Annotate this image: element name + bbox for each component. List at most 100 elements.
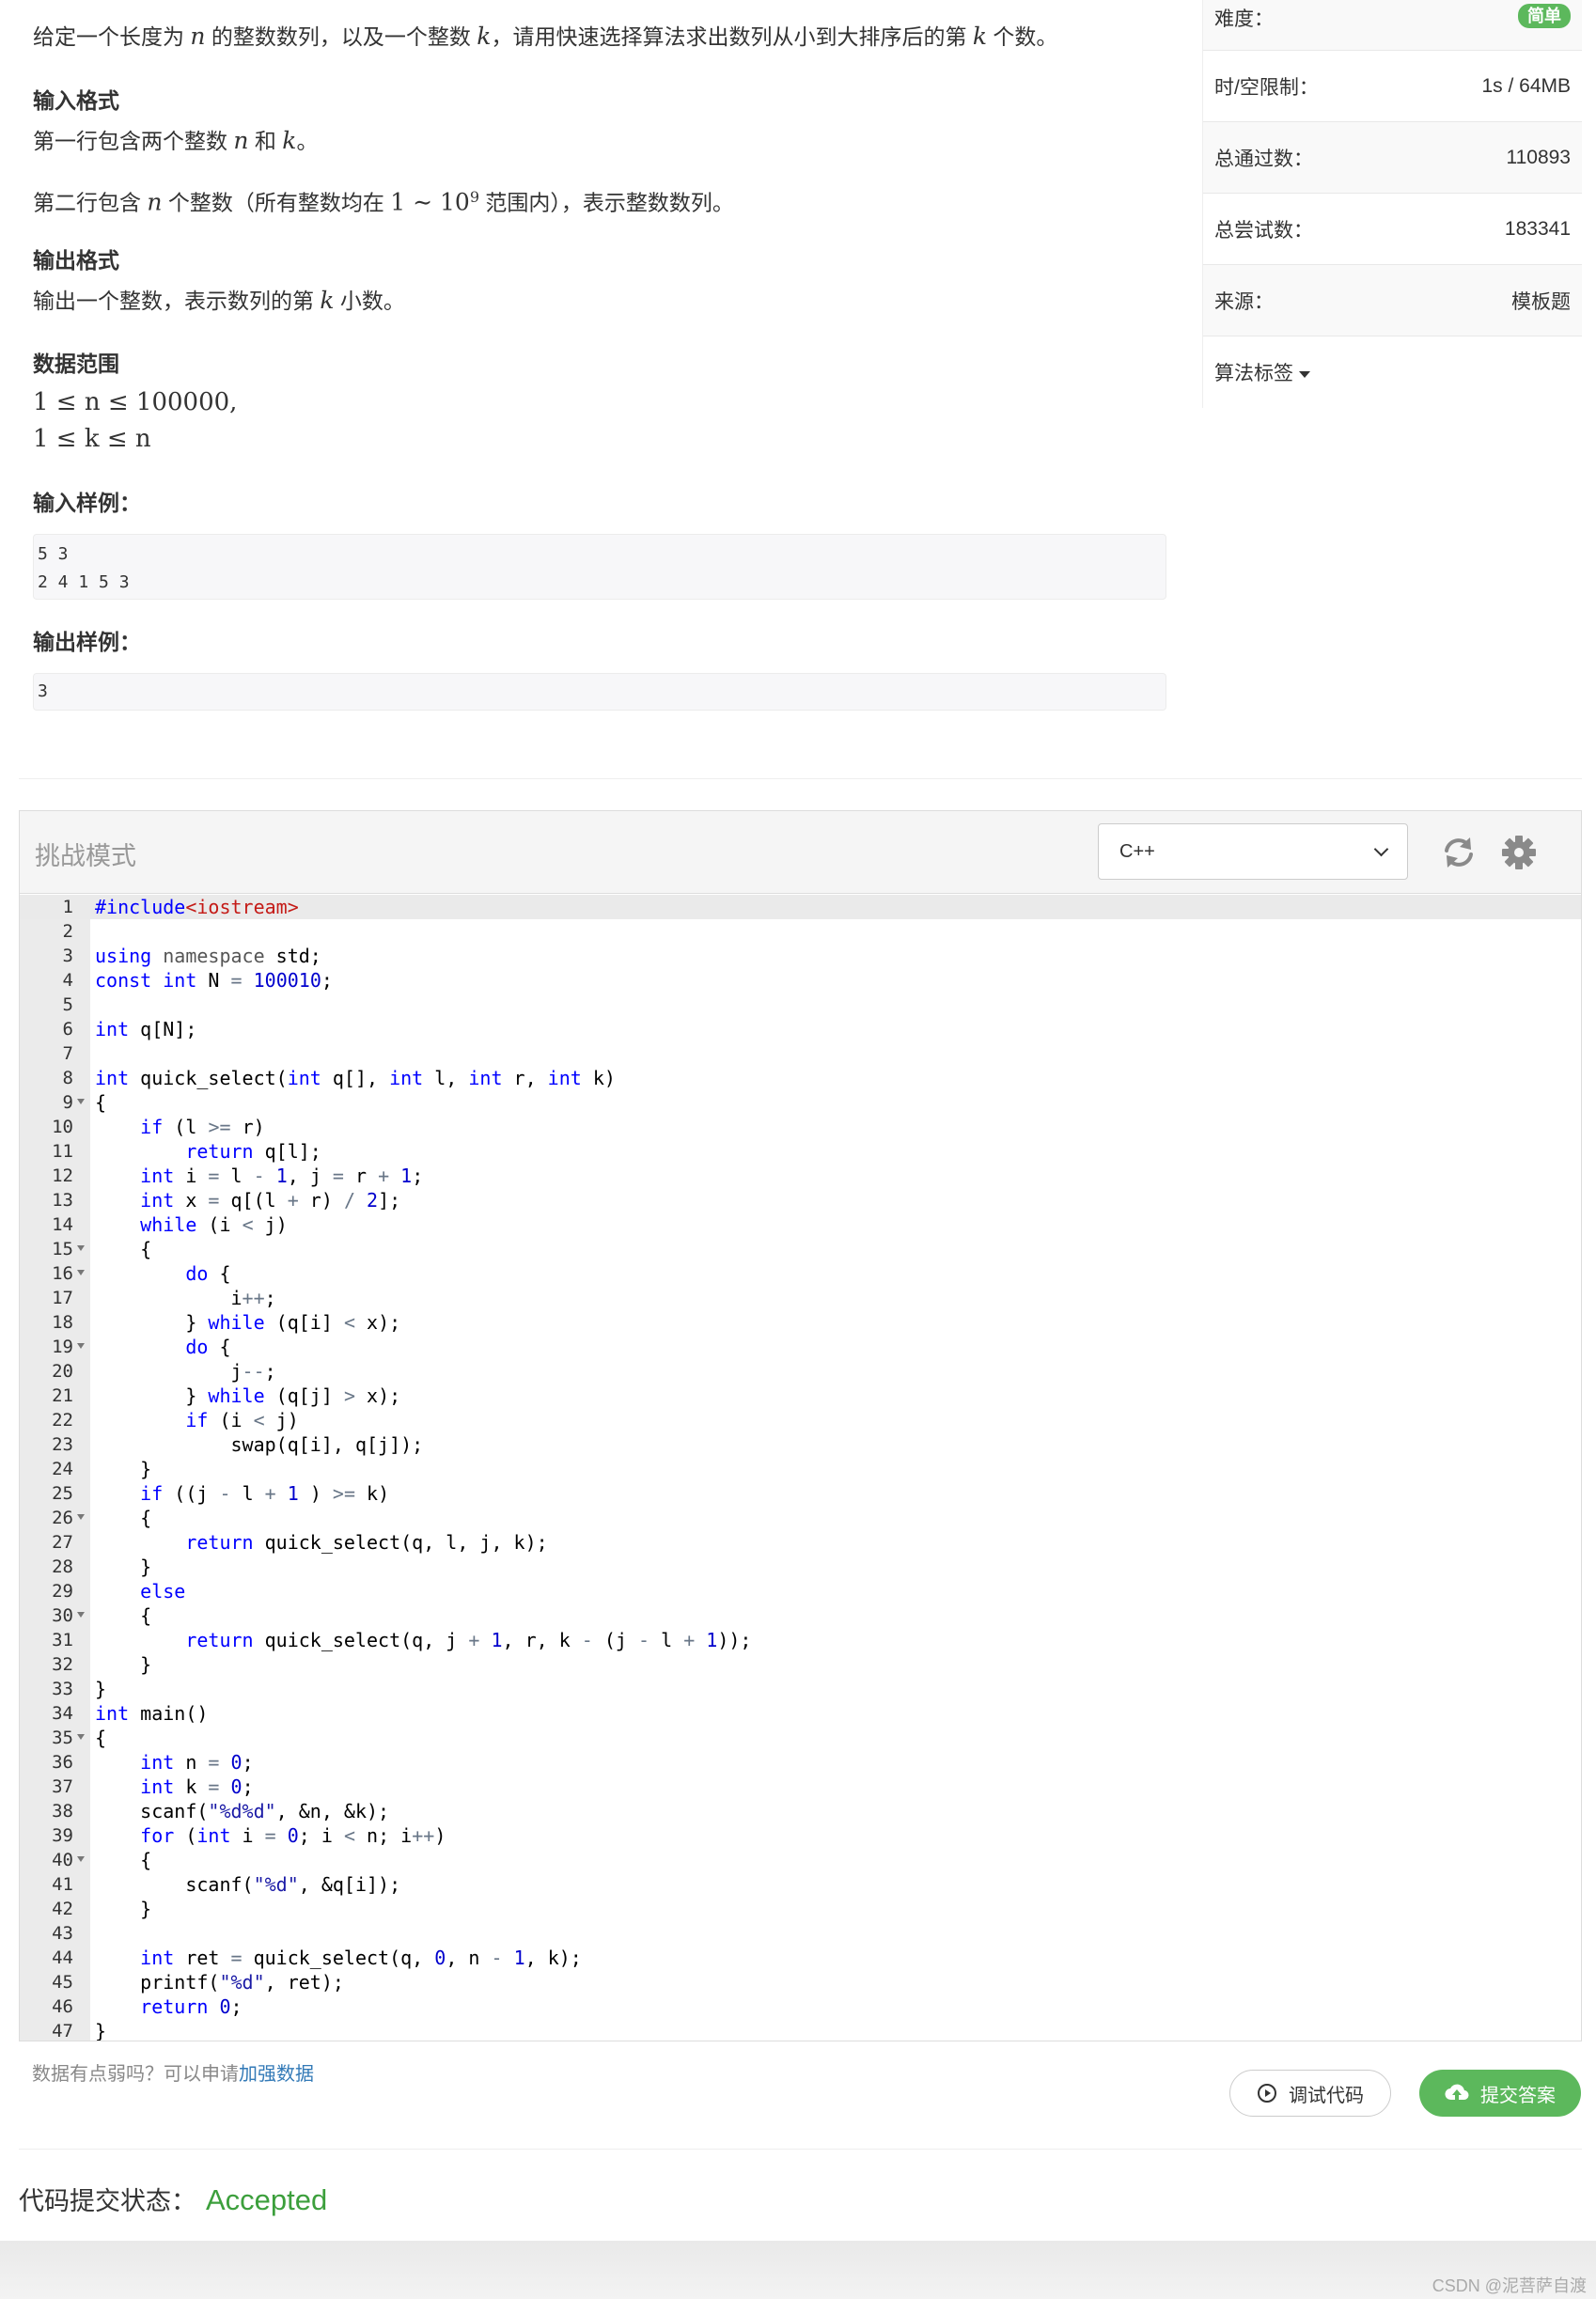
code-text: int main() <box>95 1702 209 1725</box>
code-line[interactable]: 33} <box>20 1677 1581 1701</box>
line-number: 11 <box>52 1141 73 1162</box>
code-line[interactable]: 12 int i = l - 1, j = r + 1; <box>20 1164 1581 1188</box>
fold-arrow-icon[interactable] <box>77 1514 85 1520</box>
line-number: 24 <box>52 1459 73 1479</box>
code-line[interactable]: 38 scanf("%d%d", &n, &k); <box>20 1799 1581 1823</box>
line-number: 45 <box>52 1972 73 1993</box>
line-number: 2 <box>62 921 73 942</box>
code-text: do { <box>185 1262 231 1285</box>
fold-arrow-icon[interactable] <box>77 1612 85 1618</box>
fold-arrow-icon[interactable] <box>77 1856 85 1862</box>
fold-arrow-icon[interactable] <box>77 1734 85 1740</box>
code-text: { <box>95 1727 107 1749</box>
line-number: 18 <box>52 1312 73 1333</box>
code-line[interactable]: 45 printf("%d", ret); <box>20 1970 1581 1994</box>
fold-arrow-icon[interactable] <box>77 1270 85 1275</box>
fold-arrow-icon[interactable] <box>77 1343 85 1349</box>
code-line[interactable]: 34 int main() <box>20 1701 1581 1726</box>
code-line[interactable]: 26 { <box>20 1506 1581 1530</box>
refresh-icon[interactable] <box>1438 832 1479 873</box>
code-line[interactable]: 20 j--; <box>20 1359 1581 1384</box>
code-text: printf("%d", ret); <box>95 1971 344 1994</box>
code-line[interactable]: 28 } <box>20 1555 1581 1579</box>
code-line[interactable]: 35 { <box>20 1726 1581 1750</box>
code-text: } <box>95 1678 107 1700</box>
divider <box>19 778 1582 779</box>
code-line[interactable]: 36 int n = 0; <box>20 1750 1581 1775</box>
code-line[interactable]: 32 } <box>20 1652 1581 1677</box>
code-line[interactable]: 8 int quick_select(int q[], int l, int r,… <box>20 1066 1581 1090</box>
code-line[interactable]: 16 do { <box>20 1261 1581 1286</box>
code-text: j--; <box>95 1360 276 1383</box>
code-line[interactable]: 25 if ((j - l + 1 ) >= k) <box>20 1481 1581 1506</box>
fold-arrow-icon[interactable] <box>77 1099 85 1104</box>
code-line[interactable]: 42 } <box>20 1897 1581 1921</box>
code-line[interactable]: 39 for (int i = 0; i < n; i++) <box>20 1823 1581 1848</box>
line-number: 39 <box>52 1825 73 1846</box>
code-line[interactable]: 22 if (i < j) <box>20 1408 1581 1432</box>
algorithm-tags-toggle[interactable]: 算法标签 <box>1203 336 1582 408</box>
tried-row: 总尝试数： 183341 <box>1203 194 1582 265</box>
code-editor-panel: 挑战模式 C++ 1 #include<iostream> 2 3 using … <box>19 810 1582 2041</box>
code-line[interactable]: 24 } <box>20 1457 1581 1481</box>
code-line[interactable]: 43 <box>20 1921 1581 1946</box>
code-text: if (i < j) <box>185 1409 299 1431</box>
code-line[interactable]: 41 scanf("%d", &q[i]); <box>20 1872 1581 1897</box>
code-text: } while (q[j] > x); <box>95 1384 401 1407</box>
code-line[interactable]: 37 int k = 0; <box>20 1775 1581 1799</box>
code-line[interactable]: 7 <box>20 1041 1581 1066</box>
code-line[interactable]: 11 return q[l]; <box>20 1139 1581 1164</box>
code-line[interactable]: 4 const int N = 100010; <box>20 968 1581 993</box>
code-line[interactable]: 31 return quick_select(q, j + 1, r, k - … <box>20 1628 1581 1652</box>
code-line[interactable]: 2 <box>20 919 1581 944</box>
code-line[interactable]: 46 return 0; <box>20 1994 1581 2019</box>
line-number: 46 <box>52 1996 73 2017</box>
debug-code-button[interactable]: 调试代码 <box>1229 2070 1391 2117</box>
code-text: do { <box>185 1336 231 1358</box>
line-number: 15 <box>52 1239 73 1259</box>
fold-arrow-icon[interactable] <box>77 1245 85 1251</box>
difficulty-row: 难度： 简单 <box>1203 0 1582 51</box>
code-line[interactable]: 44 int ret = quick_select(q, 0, n - 1, k… <box>20 1946 1581 1970</box>
code-line[interactable]: 21 } while (q[j] > x); <box>20 1384 1581 1408</box>
code-line[interactable]: 14 while (i < j) <box>20 1212 1581 1237</box>
code-line[interactable]: 19 do { <box>20 1335 1581 1359</box>
language-select[interactable]: C++ <box>1098 823 1408 880</box>
code-line[interactable]: 1 #include<iostream> <box>20 895 1581 919</box>
code-line[interactable]: 9{ <box>20 1090 1581 1115</box>
code-line[interactable]: 3 using namespace std; <box>20 944 1581 968</box>
editor-footer: 数据有点弱吗？可以申请加强数据 调试代码 提交答案 <box>19 2041 1582 2145</box>
code-text: if (l >= r) <box>140 1116 265 1138</box>
code-line[interactable]: 5 <box>20 993 1581 1017</box>
line-number: 38 <box>52 1801 73 1822</box>
line-number: 34 <box>52 1703 73 1724</box>
line-number: 3 <box>62 946 73 966</box>
line-number: 40 <box>52 1850 73 1870</box>
code-line[interactable]: 13 int x = q[(l + r) / 2]; <box>20 1188 1581 1212</box>
sample-input-box: 5 3 2 4 1 5 3 <box>33 534 1166 600</box>
code-line[interactable]: 30 { <box>20 1603 1581 1628</box>
code-line[interactable]: 15 { <box>20 1237 1581 1261</box>
challenge-mode-title: 挑战模式 <box>35 842 136 870</box>
code-line[interactable]: 47} <box>20 2019 1581 2041</box>
code-line[interactable]: 17 i++; <box>20 1286 1581 1310</box>
submit-answer-button[interactable]: 提交答案 <box>1419 2070 1581 2117</box>
line-number: 1 <box>62 897 73 917</box>
code-text: else <box>140 1580 186 1603</box>
code-line[interactable]: 10 if (l >= r) <box>20 1115 1581 1139</box>
code-line[interactable]: 40 { <box>20 1848 1581 1872</box>
code-editor[interactable]: 1 #include<iostream> 2 3 using namespace std… <box>20 895 1581 2041</box>
gear-icon[interactable] <box>1498 832 1540 873</box>
code-line[interactable]: 27 return quick_select(q, l, j, k); <box>20 1530 1581 1555</box>
code-lines: 1 #include<iostream> 2 3 using namespace std… <box>20 895 1581 2041</box>
cloud-upload-icon <box>1445 2084 1469 2101</box>
code-text: int ret = quick_select(q, 0, n - 1, k); <box>140 1947 582 1969</box>
line-number: 13 <box>52 1190 73 1211</box>
code-line[interactable]: 23 swap(q[i], q[j]); <box>20 1432 1581 1457</box>
code-line[interactable]: 29 else <box>20 1579 1581 1603</box>
line-number: 6 <box>62 1019 73 1040</box>
code-line[interactable]: 18 } while (q[i] < x); <box>20 1310 1581 1335</box>
strengthen-data-link[interactable]: 加强数据 <box>239 2064 314 2085</box>
code-text: int x = q[(l + r) / 2]; <box>140 1189 401 1212</box>
code-line[interactable]: 6 int q[N]; <box>20 1017 1581 1041</box>
